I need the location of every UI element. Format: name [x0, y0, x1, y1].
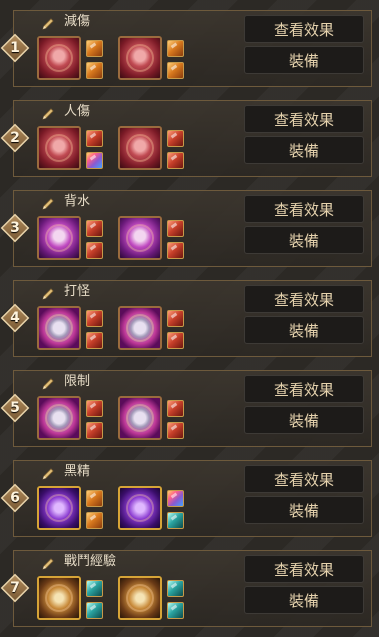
- preset-number: 5: [10, 400, 20, 416]
- gem-icon[interactable]: [86, 130, 103, 147]
- gem-icon[interactable]: [86, 220, 103, 237]
- preset-name: 黑精: [64, 464, 91, 479]
- preset-number-badge: 3: [0, 213, 30, 243]
- gem-icon[interactable]: [86, 490, 103, 507]
- soul-orb-icon[interactable]: [118, 216, 162, 260]
- gem-icon[interactable]: [167, 400, 184, 417]
- preset-row: 4 打怪 查看效果裝備: [0, 280, 372, 357]
- gem-icon[interactable]: [167, 40, 184, 57]
- preset-number: 1: [10, 40, 20, 56]
- preset-number: 3: [10, 220, 20, 236]
- preset-name: 減傷: [64, 14, 91, 29]
- preset-number-badge: 7: [0, 573, 30, 603]
- preset-name: 人傷: [64, 104, 91, 119]
- pencil-icon[interactable]: [41, 376, 55, 390]
- equip-button[interactable]: 裝備: [244, 46, 364, 74]
- soul-orb-icon[interactable]: [37, 36, 81, 80]
- gem-icon[interactable]: [86, 580, 103, 597]
- preset-number: 2: [10, 130, 20, 146]
- gem-icon[interactable]: [86, 310, 103, 327]
- soul-orb-icon[interactable]: [37, 576, 81, 620]
- gem-icon[interactable]: [167, 602, 184, 619]
- gem-icon[interactable]: [167, 512, 184, 529]
- pencil-icon[interactable]: [41, 196, 55, 210]
- gem-icon[interactable]: [167, 242, 184, 259]
- view-effect-button[interactable]: 查看效果: [244, 285, 364, 313]
- gem-icon[interactable]: [167, 310, 184, 327]
- soul-orb-icon[interactable]: [118, 486, 162, 530]
- preset-row: 1 減傷 查看效果裝備: [0, 10, 372, 87]
- soul-orb-icon[interactable]: [118, 576, 162, 620]
- gem-icon[interactable]: [86, 62, 103, 79]
- gem-icon[interactable]: [167, 332, 184, 349]
- gem-icon[interactable]: [86, 512, 103, 529]
- gem-icon[interactable]: [86, 152, 103, 169]
- gem-icon[interactable]: [167, 130, 184, 147]
- soul-orb-icon[interactable]: [37, 216, 81, 260]
- view-effect-button[interactable]: 查看效果: [244, 375, 364, 403]
- view-effect-button[interactable]: 查看效果: [244, 105, 364, 133]
- gem-icon[interactable]: [86, 400, 103, 417]
- view-effect-button[interactable]: 查看效果: [244, 465, 364, 493]
- gem-icon[interactable]: [167, 422, 184, 439]
- gem-icon[interactable]: [86, 332, 103, 349]
- gem-icon[interactable]: [86, 422, 103, 439]
- preset-number-badge: 4: [0, 303, 30, 333]
- pencil-icon[interactable]: [41, 556, 55, 570]
- equip-button[interactable]: 裝備: [244, 586, 364, 614]
- equip-button[interactable]: 裝備: [244, 226, 364, 254]
- preset-number-badge: 5: [0, 393, 30, 423]
- preset-number: 7: [10, 580, 20, 596]
- gem-icon[interactable]: [167, 490, 184, 507]
- pencil-icon[interactable]: [41, 466, 55, 480]
- preset-number-badge: 1: [0, 33, 30, 63]
- preset-row: 7 戰鬥經驗 查看效果裝備: [0, 550, 372, 627]
- preset-row: 6 黑精 查看效果裝備: [0, 460, 372, 537]
- gem-icon[interactable]: [86, 242, 103, 259]
- preset-row: 3 背水 查看效果裝備: [0, 190, 372, 267]
- preset-name: 戰鬥經驗: [64, 554, 117, 569]
- preset-number: 6: [10, 490, 20, 506]
- preset-row: 5 限制 查看效果裝備: [0, 370, 372, 447]
- gem-icon[interactable]: [167, 152, 184, 169]
- preset-name: 打怪: [64, 284, 91, 299]
- equip-button[interactable]: 裝備: [244, 406, 364, 434]
- pencil-icon[interactable]: [41, 16, 55, 30]
- preset-number-badge: 2: [0, 123, 30, 153]
- soul-orb-icon[interactable]: [37, 126, 81, 170]
- preset-name: 限制: [64, 374, 91, 389]
- pencil-icon[interactable]: [41, 286, 55, 300]
- gem-icon[interactable]: [86, 602, 103, 619]
- gem-icon[interactable]: [167, 220, 184, 237]
- soul-orb-icon[interactable]: [118, 396, 162, 440]
- gem-icon[interactable]: [86, 40, 103, 57]
- view-effect-button[interactable]: 查看效果: [244, 195, 364, 223]
- soul-orb-icon[interactable]: [118, 36, 162, 80]
- pencil-icon[interactable]: [41, 106, 55, 120]
- soul-orb-icon[interactable]: [118, 306, 162, 350]
- soul-orb-icon[interactable]: [118, 126, 162, 170]
- view-effect-button[interactable]: 查看效果: [244, 555, 364, 583]
- soul-orb-icon[interactable]: [37, 396, 81, 440]
- preset-name: 背水: [64, 194, 91, 209]
- view-effect-button[interactable]: 查看效果: [244, 15, 364, 43]
- preset-row: 2 人傷 查看效果裝備: [0, 100, 372, 177]
- equip-button[interactable]: 裝備: [244, 496, 364, 524]
- soul-orb-icon[interactable]: [37, 486, 81, 530]
- soul-orb-icon[interactable]: [37, 306, 81, 350]
- gem-icon[interactable]: [167, 580, 184, 597]
- preset-number-badge: 6: [0, 483, 30, 513]
- equip-button[interactable]: 裝備: [244, 136, 364, 164]
- preset-number: 4: [10, 310, 20, 326]
- gem-icon[interactable]: [167, 62, 184, 79]
- equip-button[interactable]: 裝備: [244, 316, 364, 344]
